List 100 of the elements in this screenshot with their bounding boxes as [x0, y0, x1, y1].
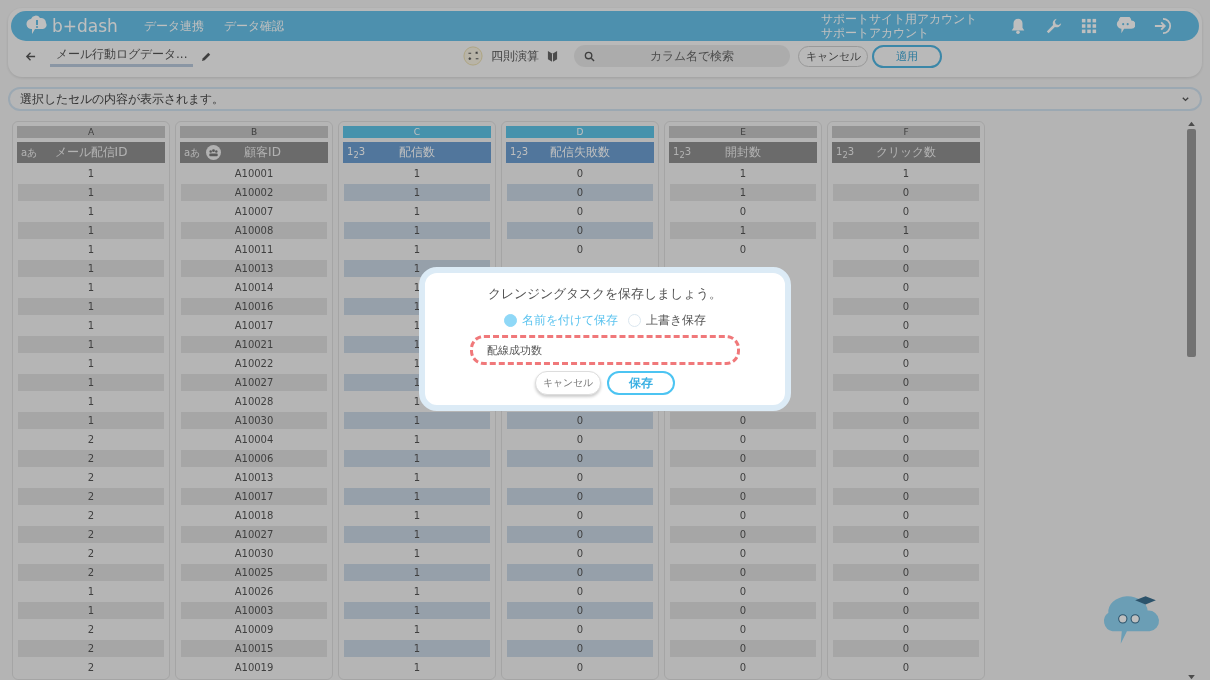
table-cell-text: A10007 [233, 205, 275, 219]
cancel-button[interactable]: キャンセル [798, 45, 869, 67]
table-cell: 0 [833, 412, 979, 429]
account-name: サポートアカウント [821, 26, 930, 40]
table-cell: 0 [670, 412, 816, 429]
table-cell: 2 [18, 526, 164, 543]
radio-option[interactable]: 上書き保存 [628, 312, 706, 329]
column-header[interactable]: aあ メール配信ID [17, 142, 165, 163]
type-label: 1$_{2}$3 [836, 145, 856, 160]
table-cell: 1 [18, 260, 164, 277]
table-cell-text: 1 [412, 547, 422, 561]
column-header[interactable]: 1$_{2}$3 開封数 [669, 142, 817, 163]
column-letter[interactable]: E [669, 126, 817, 138]
table-cell: 0 [833, 298, 979, 315]
column-letter[interactable]: D [506, 126, 654, 138]
table-cell-text: 1 [412, 167, 422, 181]
save-button[interactable]: 保存 [607, 371, 675, 395]
table-cell-text: A10001 [233, 167, 275, 181]
logo-text[interactable]: b+dash [52, 16, 118, 36]
table-cell: 1 [344, 184, 490, 201]
table-cell: 1 [344, 602, 490, 619]
table-cell-text: 0 [901, 509, 911, 523]
table-cell: 1 [344, 640, 490, 657]
table-cell-text: 0 [738, 509, 748, 523]
table-cell: 1 [344, 412, 490, 429]
table-cell-text: 1 [86, 167, 96, 181]
column-header[interactable]: aあ 顧客ID [180, 142, 328, 163]
table-cell: A10025 [181, 564, 327, 581]
table-cell-text: 1 [412, 623, 422, 637]
table-cell: A10030 [181, 412, 327, 429]
dialog-title: クレンジングタスクを保存しましょう。 [488, 285, 722, 303]
table-cell: A10021 [181, 336, 327, 353]
table-cell: 0 [507, 450, 653, 467]
table-cell: 1 [344, 564, 490, 581]
column-header[interactable]: 1$_{2}$3 配信数 [343, 142, 491, 163]
table-cell-text: 0 [901, 243, 911, 257]
cancel-button[interactable]: キャンセル [535, 371, 601, 395]
table-cell-text: 0 [901, 205, 911, 219]
column-letter[interactable]: B [180, 126, 328, 138]
table-cell-text: 0 [901, 585, 911, 599]
table-cell-text: 0 [738, 585, 748, 599]
table-cell: A10006 [181, 450, 327, 467]
table-cell-text: 0 [575, 509, 585, 523]
type-label: 1$_{2}$3 [347, 145, 367, 160]
apply-button[interactable]: 適用 [872, 44, 943, 68]
table-cell-text: 0 [575, 433, 585, 447]
table-cell-text: 1 [412, 509, 422, 523]
column-header[interactable]: 1$_{2}$3 クリック数 [832, 142, 980, 163]
search-field[interactable]: カラム名で検索 [574, 45, 791, 67]
radio-label[interactable]: 名前を付けて保存 [522, 312, 618, 329]
table-cell-text: 0 [575, 205, 585, 219]
table-cell-text: A10011 [233, 243, 275, 257]
column-letter[interactable]: A [17, 126, 165, 138]
table-cell: 1 [344, 450, 490, 467]
table-cell-text: 0 [575, 585, 585, 599]
table-cell: 1 [344, 488, 490, 505]
name-input-field[interactable]: 配線成功数 [470, 335, 740, 365]
table-cell-text: 1 [412, 357, 422, 371]
table-cell: 0 [507, 526, 653, 543]
radio-option[interactable]: 名前を付けて保存 [504, 312, 618, 329]
nav-link[interactable]: データ連携 [143, 17, 204, 35]
table-cell: 1 [833, 222, 979, 239]
column-letter[interactable]: C [343, 126, 491, 138]
table-cell-text: 0 [901, 547, 911, 561]
table-cell: 0 [507, 640, 653, 657]
dataset-title[interactable]: メール行動ログデータ... [50, 45, 194, 67]
table-cell-text: 0 [901, 281, 911, 295]
table-cell-text: 0 [738, 623, 748, 637]
radio-label[interactable]: 上書き保存 [646, 312, 706, 329]
table-cell: 2 [18, 450, 164, 467]
table-cell-text: 0 [738, 243, 748, 257]
column-name: 配信失敗数 [549, 144, 611, 161]
table-cell: 1 [670, 184, 816, 201]
column-header[interactable]: 1$_{2}$3 配信失敗数 [506, 142, 654, 163]
table-cell: 1 [18, 222, 164, 239]
table-cell: 0 [833, 640, 979, 657]
table-cell-text: A10009 [233, 623, 275, 637]
table-cell-text: A10014 [233, 281, 275, 295]
table-cell-text: 0 [738, 433, 748, 447]
table-cell-text: 0 [738, 547, 748, 561]
table-cell: A10002 [181, 184, 327, 201]
table-cell: 1 [18, 184, 164, 201]
table-cell-text: A10026 [233, 585, 275, 599]
nav-link[interactable]: データ確認 [223, 17, 284, 35]
column-name: クリック数 [875, 144, 937, 161]
table-cell: A10015 [181, 640, 327, 657]
table-cell-text: 0 [901, 395, 911, 409]
type-label: 1$_{2}$3 [510, 145, 530, 160]
table-cell: 0 [833, 488, 979, 505]
table-cell: 0 [670, 640, 816, 657]
table-cell-text: 1 [86, 243, 96, 257]
column-letter[interactable]: F [832, 126, 980, 138]
cell-viewer-field[interactable]: 選択したセルの内容が表示されます。 [8, 87, 1202, 111]
table-cell: 1 [18, 412, 164, 429]
table-cell-text: 2 [86, 661, 96, 675]
type-label: 1$_{2}$3 [673, 145, 693, 160]
table-cell: 2 [18, 640, 164, 657]
table-cell: A10016 [181, 298, 327, 315]
table-cell-text: 0 [738, 661, 748, 675]
table-cell-text: 0 [901, 623, 911, 637]
